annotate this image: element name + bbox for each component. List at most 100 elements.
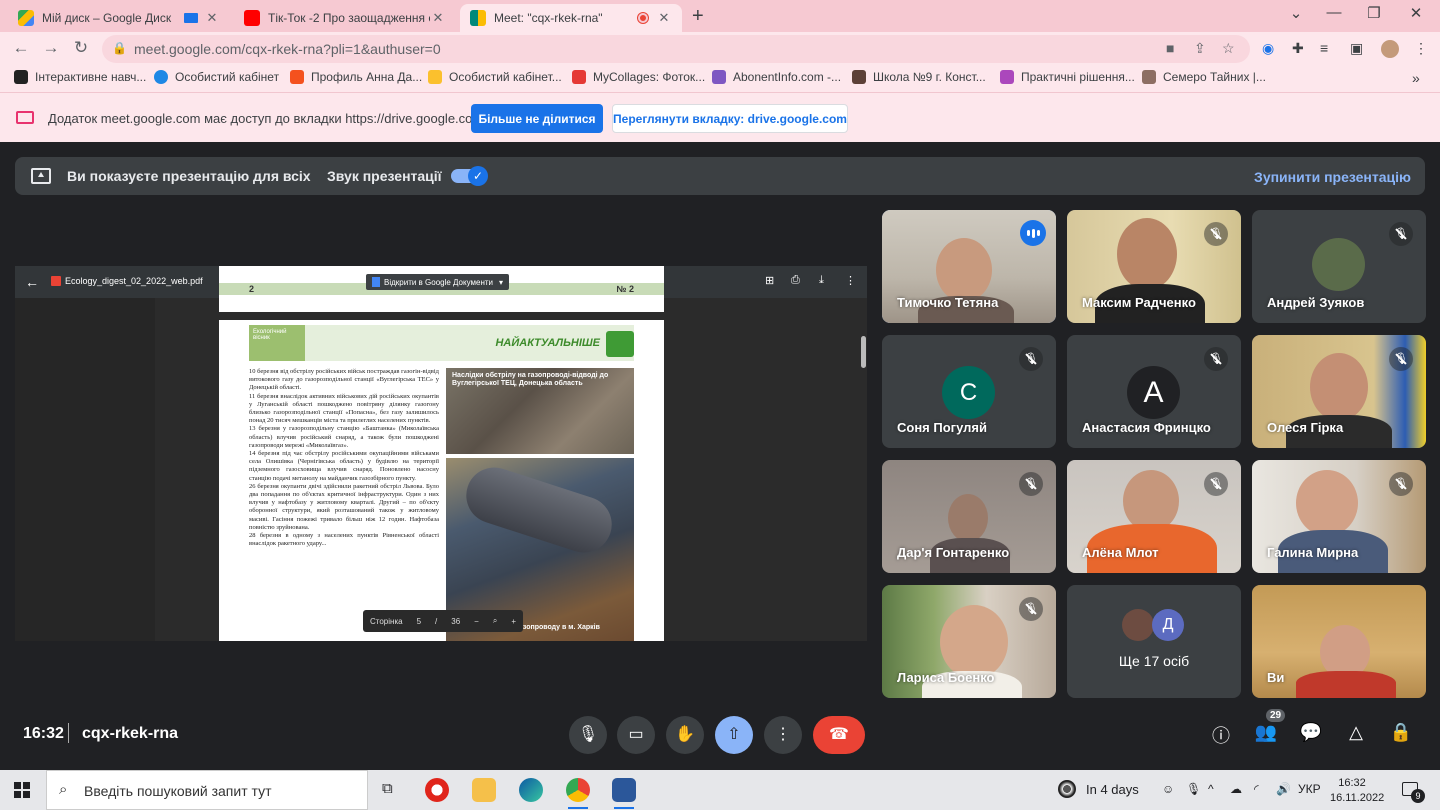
bookmark-item[interactable]: Школа №9 г. Конст... <box>852 70 986 84</box>
network-tray-icon[interactable]: ◜ <box>1254 782 1259 796</box>
sharing-message: Додаток meet.google.com має доступ до вк… <box>48 111 484 126</box>
add-comment-icon[interactable]: ⊞ <box>765 274 774 287</box>
bookmark-item[interactable]: Семеро Тайних |... <box>1142 70 1266 84</box>
minimize-button[interactable]: — <box>1314 4 1354 21</box>
bookmark-item[interactable]: Практичні рішення... <box>1000 70 1135 84</box>
tab-google-drive[interactable]: Мій диск – Google Диск ✕ <box>8 4 230 32</box>
tab-search-icon[interactable]: ⌄ <box>1276 4 1316 22</box>
bookmark-item[interactable]: MyCollages: Фоток... <box>572 70 705 84</box>
word-icon[interactable] <box>612 778 636 809</box>
camera-button[interactable]: ▭ <box>617 716 655 754</box>
open-in-docs-button[interactable]: Відкрити в Google Документи ▾ <box>366 274 510 290</box>
back-icon[interactable]: ← <box>10 38 32 58</box>
bookmark-item[interactable]: Інтерактивне навч... <box>14 70 146 84</box>
task-view-icon[interactable]: ⧉ <box>382 780 393 797</box>
system-clock[interactable]: 16:32 16.11.2022 <box>1330 776 1384 806</box>
new-tab-button[interactable]: + <box>692 5 704 28</box>
zoom-in-icon[interactable]: + <box>511 617 516 626</box>
profile-avatar[interactable] <box>1381 40 1399 58</box>
close-tab-icon[interactable]: ✕ <box>204 10 220 26</box>
participant-tile[interactable]: Тимочко Тетяна <box>882 210 1056 323</box>
notifications-icon[interactable]: 9 <box>1402 782 1425 803</box>
tab-meet[interactable]: Meet: "cqx-rkek-rna" ✕ <box>460 4 682 32</box>
bookmark-item[interactable]: AbonentInfo.com -... <box>712 70 841 84</box>
participant-tile[interactable]: A 🎙 Анастасия Фринцко <box>1067 335 1241 448</box>
people-icon[interactable]: 👥 <box>1253 722 1279 743</box>
raise-hand-button[interactable]: ✋ <box>666 716 704 754</box>
zoom-search-icon[interactable]: ⌕ <box>493 616 497 626</box>
share-icon[interactable]: ⇪ <box>1194 40 1206 57</box>
present-button[interactable]: ⇧ <box>715 716 753 754</box>
current-page[interactable]: 5 <box>417 617 421 626</box>
maximize-button[interactable]: ❐ <box>1354 4 1394 22</box>
close-tab-icon[interactable]: ✕ <box>430 10 446 26</box>
participant-tile[interactable]: 🎙 Лариса Боенко <box>882 585 1056 698</box>
leave-call-button[interactable]: ☎ <box>813 716 865 754</box>
meeting-code: cqx-rkek-rna <box>82 725 179 742</box>
activities-icon[interactable]: △ <box>1343 722 1369 743</box>
more-bookmarks-icon[interactable]: » <box>1412 70 1420 86</box>
zoom-out-icon[interactable]: − <box>474 617 479 626</box>
people-tray-icon[interactable]: ☺ <box>1162 782 1174 796</box>
camera-in-use-icon[interactable]: ■ <box>1166 40 1174 56</box>
more-options-button[interactable]: ⋮ <box>764 716 802 754</box>
weather-icon[interactable] <box>1058 780 1076 798</box>
participant-tile[interactable]: 🎙 Максим Радченко <box>1067 210 1241 323</box>
extension-circle-icon[interactable]: ◉ <box>1262 40 1274 57</box>
participant-tile[interactable]: 🎙 Галина Мирна <box>1252 460 1426 573</box>
back-arrow-icon[interactable]: ← <box>25 274 39 290</box>
presentation-sound-toggle[interactable]: ✓ <box>451 166 488 186</box>
page-separator: / <box>435 616 438 626</box>
host-controls-icon[interactable]: 🔒 <box>1388 722 1414 743</box>
opera-icon[interactable] <box>425 778 449 802</box>
lock-icon[interactable]: 🔒 <box>112 41 127 55</box>
print-icon[interactable]: ⎙ <box>791 274 800 287</box>
participant-tile[interactable]: 🎙 Дар'я Гонтаренко <box>882 460 1056 573</box>
stop-presenting-button[interactable]: Зупинити презентацію <box>1254 169 1411 185</box>
stop-sharing-button[interactable]: Більше не ділитися <box>471 104 603 133</box>
close-tab-icon[interactable]: ✕ <box>656 10 672 26</box>
side-panel-icon[interactable]: ▣ <box>1350 40 1363 57</box>
view-tab-button[interactable]: Переглянути вкладку: drive.google.com <box>612 104 848 133</box>
windows-start-icon[interactable] <box>14 782 30 798</box>
address-bar[interactable]: 🔒 meet.google.com/cqx-rkek-rna?pli=1&aut… <box>102 35 1250 63</box>
bookmark-item[interactable]: Особистий кабінет <box>154 70 279 84</box>
taskbar-search[interactable]: ⌕ Введіть пошуковий запит тут <box>46 770 368 810</box>
more-options-icon[interactable]: ⋮ <box>845 274 856 287</box>
participant-tile[interactable]: 🎙 Андрей Зуяков <box>1252 210 1426 323</box>
tab-youtube[interactable]: Tік-Ток -2 Про заощадження ел ✕ <box>234 4 456 32</box>
bookmark-item[interactable]: Особистий кабінет... <box>428 70 562 84</box>
hand-icon: ✋ <box>675 726 695 743</box>
scrollbar[interactable] <box>861 336 866 368</box>
volume-tray-icon[interactable]: 🔊 <box>1276 782 1291 796</box>
extensions-puzzle-icon[interactable]: ✚ <box>1292 40 1304 57</box>
weather-text[interactable]: In 4 days <box>1086 782 1139 797</box>
mic-tray-icon[interactable]: 🎙 <box>1186 782 1201 796</box>
participant-tile[interactable]: 🎙 Олеся Гірка <box>1252 335 1426 448</box>
paragraph: 26 березня окупанти двічі здійснили раке… <box>249 482 439 531</box>
participant-tile[interactable]: С 🎙 Соня Погуляй <box>882 335 1056 448</box>
menu-kebab-icon[interactable]: ⋮ <box>1414 40 1428 57</box>
file-explorer-icon[interactable] <box>472 778 496 802</box>
download-icon[interactable]: ⤓ <box>819 274 824 287</box>
youtube-icon <box>244 10 260 26</box>
mic-muted-icon: 🎙 <box>1019 597 1043 621</box>
reload-icon[interactable]: ↻ <box>70 38 92 58</box>
bookmark-item[interactable]: Профиль Анна Да... <box>290 70 422 84</box>
article-text: 10 березня від обстрілу російських війсь… <box>249 368 439 548</box>
media-control-icon[interactable]: ≡ <box>1320 40 1328 56</box>
edge-icon[interactable] <box>519 778 543 802</box>
keyboard-language[interactable]: УКР <box>1298 782 1321 796</box>
more-participants-tile[interactable]: Д Ще 17 осіб <box>1067 585 1241 698</box>
chrome-icon[interactable] <box>566 778 590 809</box>
show-hidden-icons[interactable]: ^ <box>1208 782 1214 796</box>
meeting-info-icon[interactable]: ⓘ <box>1208 722 1234 748</box>
participant-tile[interactable]: 🎙 Алёна Млот <box>1067 460 1241 573</box>
chat-icon[interactable]: 💬 <box>1298 722 1324 743</box>
bookmark-star-icon[interactable]: ☆ <box>1222 40 1235 57</box>
close-window-button[interactable]: ✕ <box>1396 4 1436 22</box>
cloud-tray-icon[interactable]: ☁ <box>1230 782 1242 796</box>
self-tile[interactable]: Ви <box>1252 585 1426 698</box>
microphone-button[interactable]: 🎙 <box>569 716 607 754</box>
forward-icon[interactable]: → <box>40 38 62 58</box>
